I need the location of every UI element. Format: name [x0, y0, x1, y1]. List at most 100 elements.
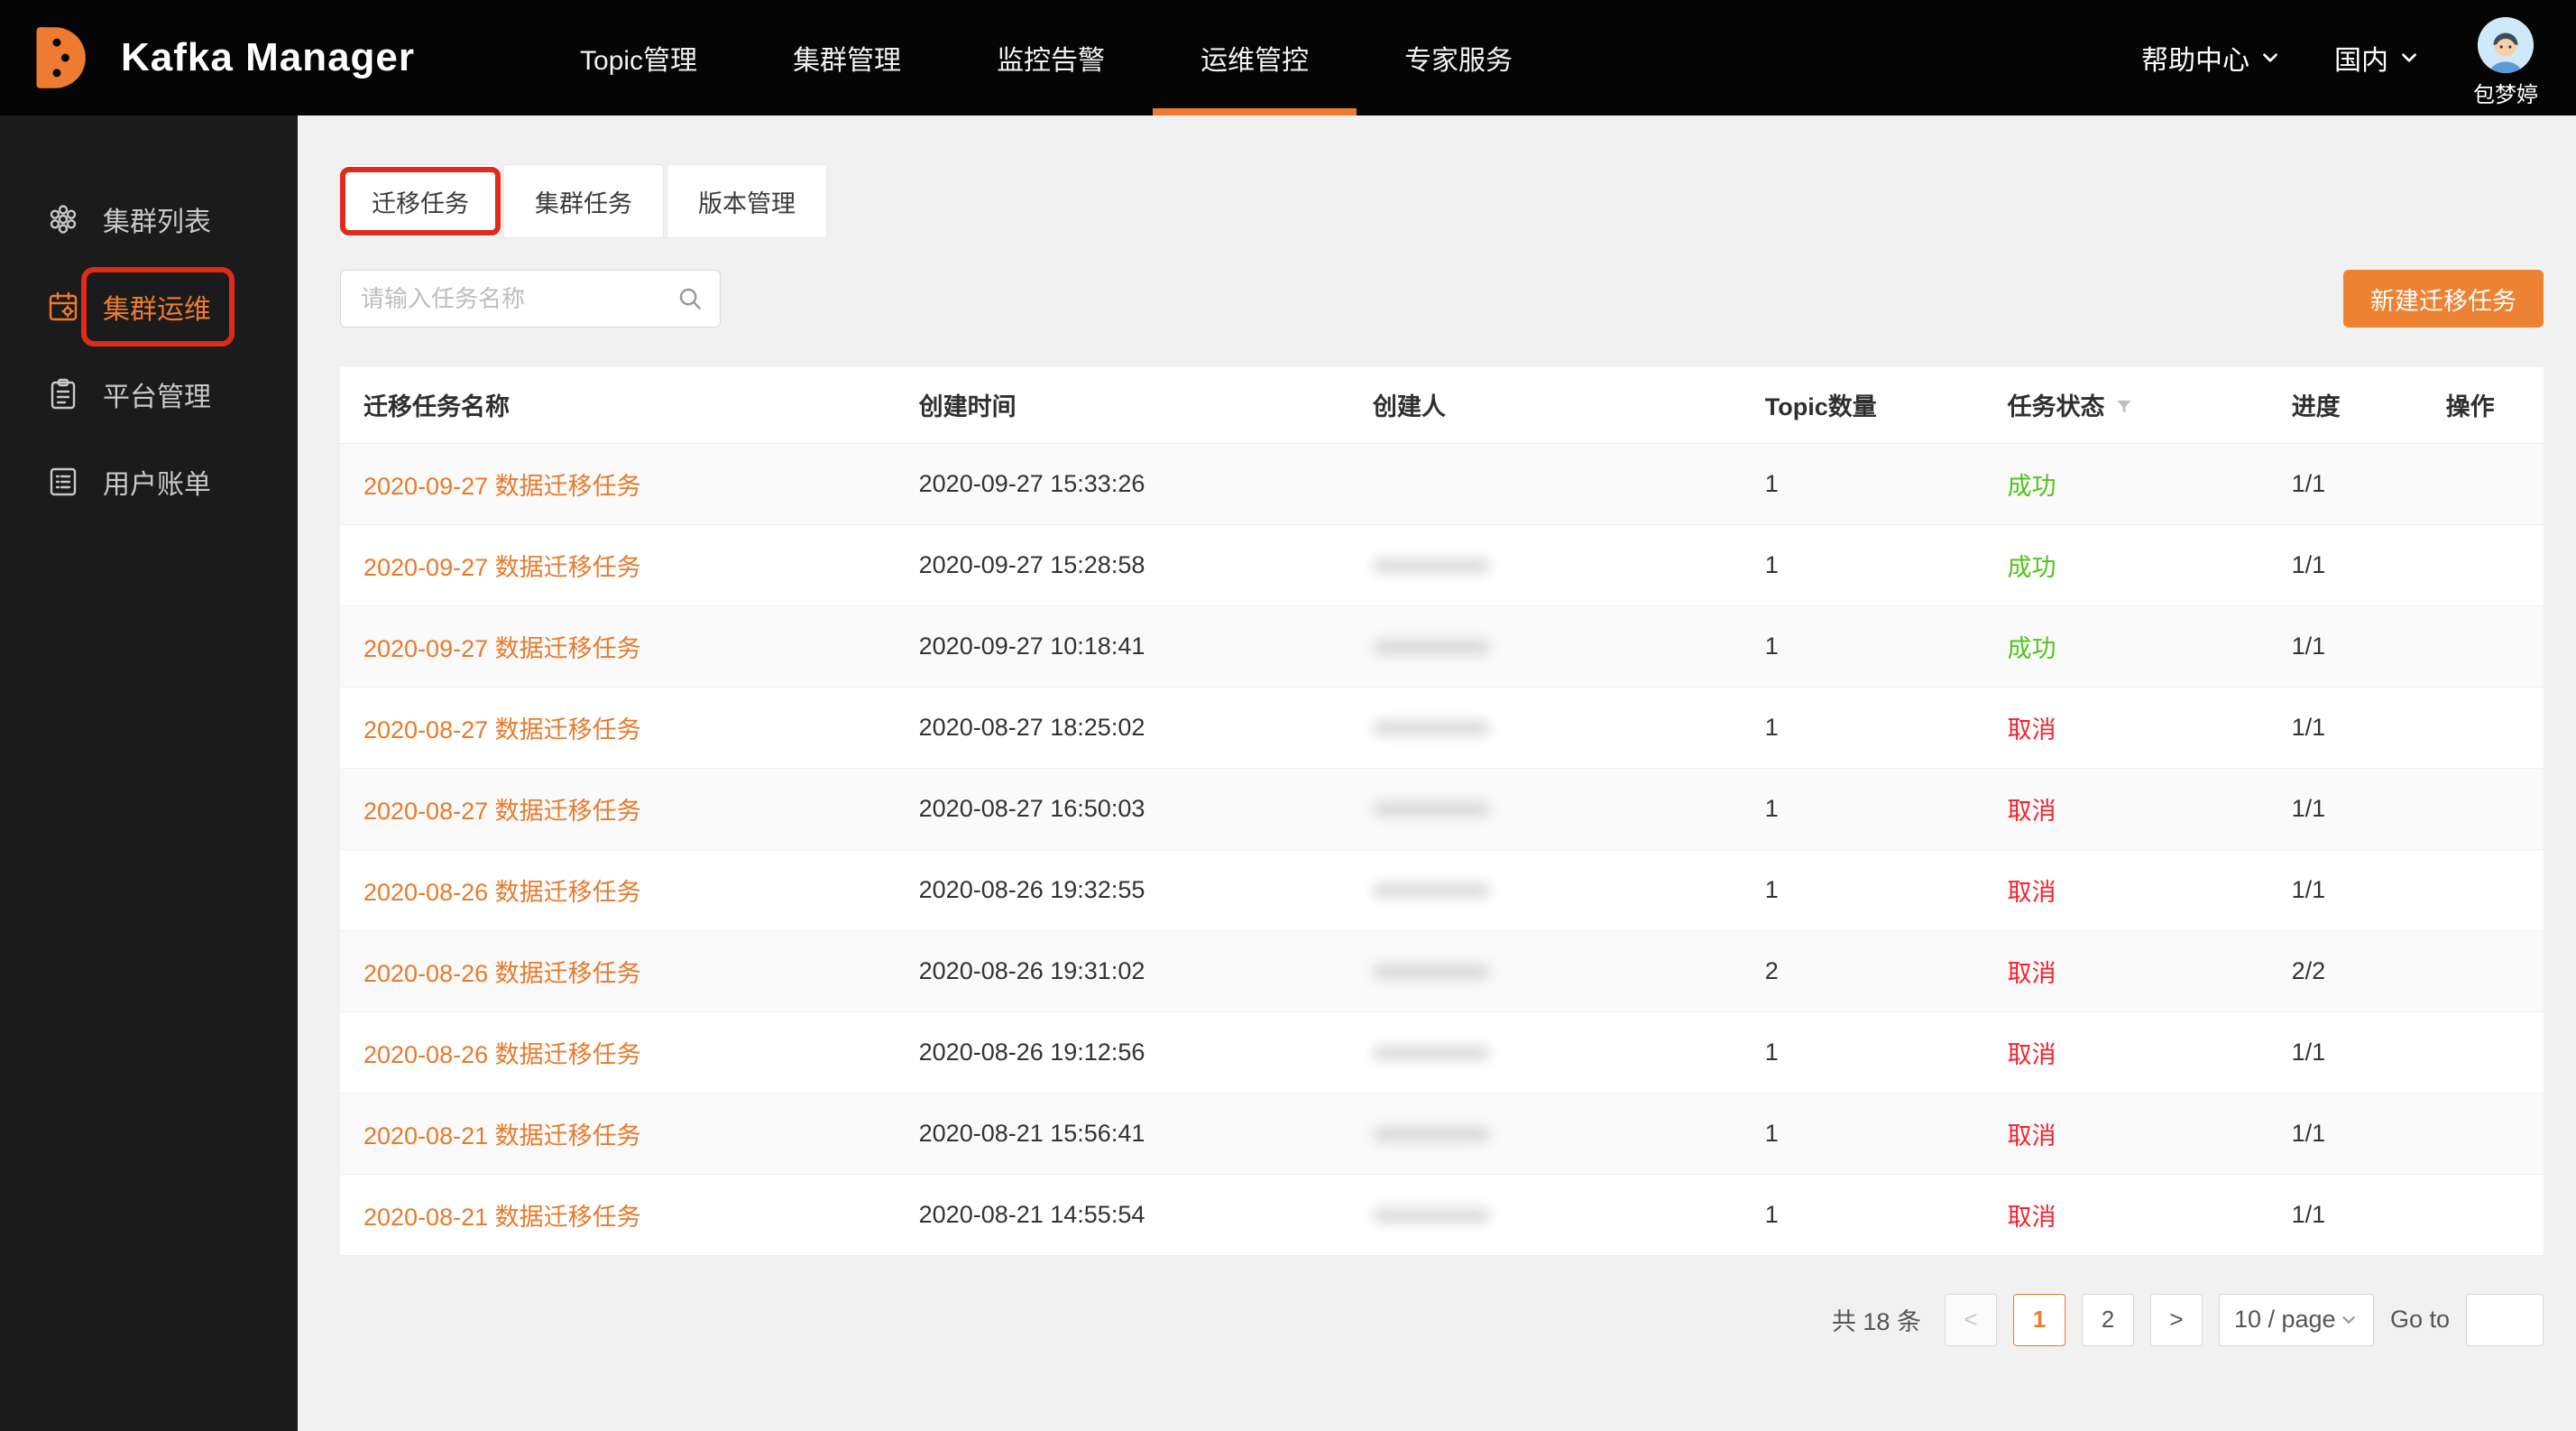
actions-cell — [2423, 1093, 2544, 1174]
sidebar-item[interactable]: 集群运维 — [0, 263, 298, 350]
search-input[interactable] — [361, 285, 676, 313]
actions-cell — [2423, 849, 2544, 930]
redacted-creator — [1373, 640, 1490, 654]
help-center-menu[interactable]: 帮助中心 — [2141, 38, 2282, 78]
page-number-button[interactable]: 2 — [2082, 1294, 2134, 1346]
task-name-link[interactable]: 2020-08-27 数据迁移任务 — [363, 716, 641, 743]
progress-cell: 1/1 — [2268, 849, 2423, 930]
topic-count-cell: 1 — [1742, 443, 1984, 524]
redacted-creator — [1373, 883, 1490, 898]
status-badge: 取消 — [2007, 716, 2056, 743]
table-row: 2020-08-26 数据迁移任务 2020-08-26 19:32:55 1 … — [340, 849, 2544, 930]
status-badge: 取消 — [2007, 1204, 2056, 1231]
prev-page-button[interactable]: < — [1945, 1294, 1997, 1346]
pagination: 共 18 条 < 12 > 10 / page Go to — [340, 1294, 2544, 1346]
task-name-link[interactable]: 2020-09-27 数据迁移任务 — [363, 635, 641, 662]
sidebar-item[interactable]: 用户账单 — [0, 438, 298, 525]
status-badge: 取消 — [2007, 1122, 2056, 1149]
column-header: 迁移任务名称 — [340, 367, 896, 443]
creator-cell — [1349, 930, 1742, 1011]
actions-cell — [2423, 1174, 2544, 1255]
cluster-ops-icon — [45, 289, 81, 325]
page-size-select[interactable]: 10 / page — [2219, 1294, 2374, 1346]
region-label: 国内 — [2334, 38, 2388, 78]
task-name-link[interactable]: 2020-09-27 数据迁移任务 — [363, 473, 641, 500]
nav-item[interactable]: 专家服务 — [1357, 0, 1560, 115]
nav-item[interactable]: Topic管理 — [532, 0, 745, 115]
avatar[interactable] — [2478, 17, 2534, 73]
task-name-link[interactable]: 2020-08-21 数据迁移任务 — [363, 1122, 641, 1149]
next-page-button[interactable]: > — [2150, 1294, 2203, 1346]
status-badge: 取消 — [2007, 960, 2056, 987]
created-time-cell: 2020-09-27 15:33:26 — [896, 443, 1349, 524]
actions-cell — [2423, 443, 2544, 524]
tab[interactable]: 版本管理 — [667, 164, 827, 238]
progress-cell: 1/1 — [2268, 443, 2423, 524]
user-menu[interactable]: 包梦婷 — [2473, 8, 2538, 108]
nav-item[interactable]: 运维管控 — [1153, 0, 1357, 115]
table-row: 2020-08-27 数据迁移任务 2020-08-27 16:50:03 1 … — [340, 768, 2544, 849]
chevron-down-icon — [2339, 1310, 2359, 1330]
creator-cell — [1349, 1011, 1742, 1093]
column-header: 创建时间 — [896, 367, 1349, 443]
create-migration-task-button[interactable]: 新建迁移任务 — [2343, 270, 2544, 328]
table-row: 2020-08-26 数据迁移任务 2020-08-26 19:12:56 1 … — [340, 1011, 2544, 1093]
created-time-cell: 2020-09-27 15:28:58 — [896, 524, 1349, 605]
sidebar-item-label: 集群列表 — [81, 199, 211, 239]
actions-cell — [2423, 605, 2544, 687]
tab-label: 集群任务 — [535, 184, 632, 219]
task-name-link[interactable]: 2020-08-21 数据迁移任务 — [363, 1204, 641, 1231]
task-name-link[interactable]: 2020-08-26 数据迁移任务 — [363, 879, 641, 906]
chevron-down-icon — [2397, 46, 2421, 69]
progress-cell: 1/1 — [2268, 1011, 2423, 1093]
creator-cell — [1349, 1093, 1742, 1174]
task-name-link[interactable]: 2020-08-27 数据迁移任务 — [363, 798, 641, 825]
help-center-label: 帮助中心 — [2141, 38, 2249, 78]
filter-icon[interactable] — [2113, 396, 2135, 418]
progress-cell: 1/1 — [2268, 1093, 2423, 1174]
sidebar-item[interactable]: 平台管理 — [0, 350, 298, 438]
redacted-creator — [1373, 802, 1490, 817]
platform-manage-icon — [45, 376, 81, 412]
task-name-link[interactable]: 2020-08-26 数据迁移任务 — [363, 960, 641, 987]
actions-cell — [2423, 930, 2544, 1011]
created-time-cell: 2020-08-26 19:32:55 — [896, 849, 1349, 930]
column-header: 任务状态 — [1983, 367, 2268, 443]
task-name-link[interactable]: 2020-08-26 数据迁移任务 — [363, 1041, 641, 1068]
sidebar-item-label: 集群运维 — [81, 287, 211, 327]
topic-count-cell: 1 — [1742, 768, 1984, 849]
nav-item[interactable]: 集群管理 — [745, 0, 949, 115]
status-badge: 取消 — [2007, 798, 2056, 825]
created-time-cell: 2020-08-27 18:25:02 — [896, 687, 1349, 768]
creator-cell — [1349, 768, 1742, 849]
tab[interactable]: 迁移任务 — [340, 164, 501, 238]
main-content: 迁移任务 集群任务 版本管理 新建迁移任务 — [298, 115, 2576, 1431]
goto-page-input[interactable] — [2466, 1294, 2544, 1346]
region-selector[interactable]: 国内 — [2334, 38, 2421, 78]
created-time-cell: 2020-08-26 19:12:56 — [896, 1011, 1349, 1093]
topic-count-cell: 1 — [1742, 1093, 1984, 1174]
app-logo-icon[interactable] — [16, 17, 97, 98]
progress-cell: 2/2 — [2268, 930, 2423, 1011]
redacted-creator — [1373, 559, 1490, 573]
table-row: 2020-09-27 数据迁移任务 2020-09-27 15:28:58 1 … — [340, 524, 2544, 605]
topic-count-cell: 1 — [1742, 524, 1984, 605]
redacted-creator — [1373, 965, 1490, 979]
header-right: 帮助中心 国内 包梦婷 — [2141, 8, 2538, 108]
task-search-box — [340, 270, 721, 328]
progress-cell: 1/1 — [2268, 1174, 2423, 1255]
task-name-link[interactable]: 2020-09-27 数据迁移任务 — [363, 554, 641, 581]
redacted-creator — [1373, 721, 1490, 735]
tab[interactable]: 集群任务 — [503, 164, 664, 238]
column-header: 操作 — [2423, 367, 2544, 443]
search-icon[interactable] — [676, 285, 704, 312]
creator-cell — [1349, 443, 1742, 524]
sidebar-item[interactable]: 集群列表 — [0, 175, 298, 263]
actions-cell — [2423, 687, 2544, 768]
page-number-button[interactable]: 1 — [2013, 1294, 2065, 1346]
creator-cell — [1349, 849, 1742, 930]
table-row: 2020-08-26 数据迁移任务 2020-08-26 19:31:02 2 … — [340, 930, 2544, 1011]
redacted-creator — [1373, 1208, 1490, 1223]
status-badge: 取消 — [2007, 879, 2056, 906]
nav-item[interactable]: 监控告警 — [949, 0, 1153, 115]
